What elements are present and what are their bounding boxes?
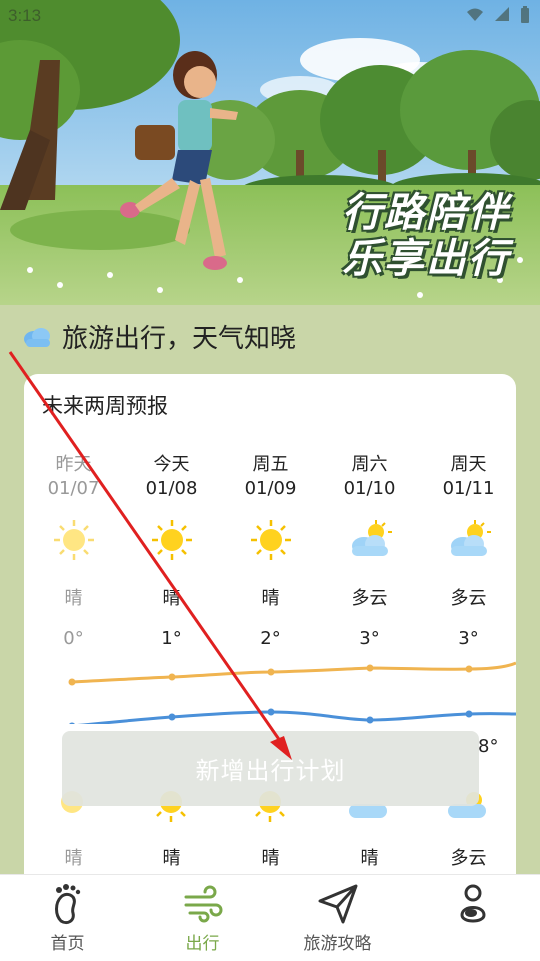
battery-icon	[520, 6, 530, 28]
footprint-icon	[51, 883, 85, 929]
night-condition: 晴	[261, 848, 280, 869]
day-column[interactable]: 周六 01/10 多云 3°	[320, 450, 419, 649]
day-date: 01/10	[343, 478, 396, 499]
partly-cloudy-icon	[348, 518, 392, 562]
add-travel-plan-button[interactable]: 新增出行计划	[62, 731, 479, 806]
day-condition: 晴	[261, 588, 280, 609]
temperature-trend-chart	[68, 661, 516, 724]
day-column[interactable]: 周五 01/09 晴 2°	[221, 450, 320, 649]
nav-item-profile[interactable]	[405, 875, 540, 961]
day-column[interactable]: 周天 01/11 多云 3°	[419, 450, 516, 649]
signal-icon	[494, 6, 510, 28]
day-name: 周五	[252, 454, 289, 475]
low-temp-line	[77, 710, 516, 724]
day-name: 昨天	[55, 454, 92, 475]
low-temp-point	[267, 708, 275, 716]
day-name: 周六	[351, 454, 388, 475]
low-temp-point	[465, 710, 473, 718]
day-column[interactable]: 昨天 01/07 晴 0°	[24, 450, 123, 649]
day-condition: 多云	[450, 588, 487, 609]
slogan-line-2: 乐享出行	[342, 236, 510, 282]
slogan-line-1: 行路陪伴	[342, 190, 510, 236]
nav-item-home[interactable]: 首页	[0, 875, 135, 961]
day-date: 01/11	[442, 478, 495, 499]
low-temp-point	[168, 713, 176, 721]
sunny-icon	[52, 518, 96, 562]
nav-label: 首页	[50, 934, 85, 954]
high-temp-line	[71, 661, 516, 684]
low-temp-point	[69, 722, 75, 724]
sunny-icon	[249, 518, 293, 562]
sunny-icon	[150, 518, 194, 562]
wifi-icon	[466, 6, 484, 28]
day-date: 01/07	[47, 478, 100, 499]
paper-plane-icon	[317, 883, 359, 929]
night-condition: 多云	[450, 848, 487, 869]
nav-label: 旅游攻略	[303, 934, 372, 954]
day-name: 今天	[153, 454, 190, 475]
night-condition: 晴	[162, 848, 181, 869]
high-temp-point	[267, 668, 275, 676]
wind-icon	[182, 883, 224, 929]
day-name: 周天	[450, 454, 487, 475]
high-temp-point	[68, 678, 76, 686]
nav-item-guide[interactable]: 旅游攻略	[270, 875, 405, 961]
status-time: 3:13	[8, 6, 42, 25]
day-condition: 晴	[162, 588, 181, 609]
day-column[interactable]: 今天 01/08 晴 1°	[122, 450, 221, 649]
hero-banner: 行路陪伴 乐享出行	[0, 0, 540, 305]
forecast-title: 未来两周预报	[42, 394, 168, 418]
status-icons	[466, 6, 530, 28]
night-temp: 8°	[478, 736, 499, 757]
section-title: 旅游出行，天气知晓	[62, 324, 297, 354]
profile-icon	[456, 883, 490, 929]
forecast-card[interactable]: 未来两周预报 昨天 01/07 晴 0° 今天 01/08 晴 1° 周五 01…	[24, 374, 516, 894]
partly-cloudy-icon	[447, 518, 491, 562]
day-condition: 多云	[351, 588, 388, 609]
bottom-nav: 首页 出行 旅游攻略	[0, 874, 540, 961]
nav-label: 出行	[185, 934, 220, 954]
high-temp-point	[465, 665, 473, 673]
hero-slogan: 行路陪伴 乐享出行	[342, 190, 510, 282]
high-temp-point	[366, 664, 374, 672]
night-condition: 晴	[360, 848, 379, 869]
status-bar: 3:13	[0, 0, 540, 32]
high-temp-point	[168, 673, 176, 681]
low-temp-point	[366, 716, 374, 724]
day-condition: 晴	[64, 588, 83, 609]
day-date: 01/08	[145, 478, 198, 499]
cloud-icon	[22, 325, 52, 349]
day-date: 01/09	[244, 478, 297, 499]
night-condition: 晴	[64, 848, 83, 869]
nav-item-travel[interactable]: 出行	[135, 875, 270, 961]
section-header: 旅游出行，天气知晓	[22, 318, 296, 355]
